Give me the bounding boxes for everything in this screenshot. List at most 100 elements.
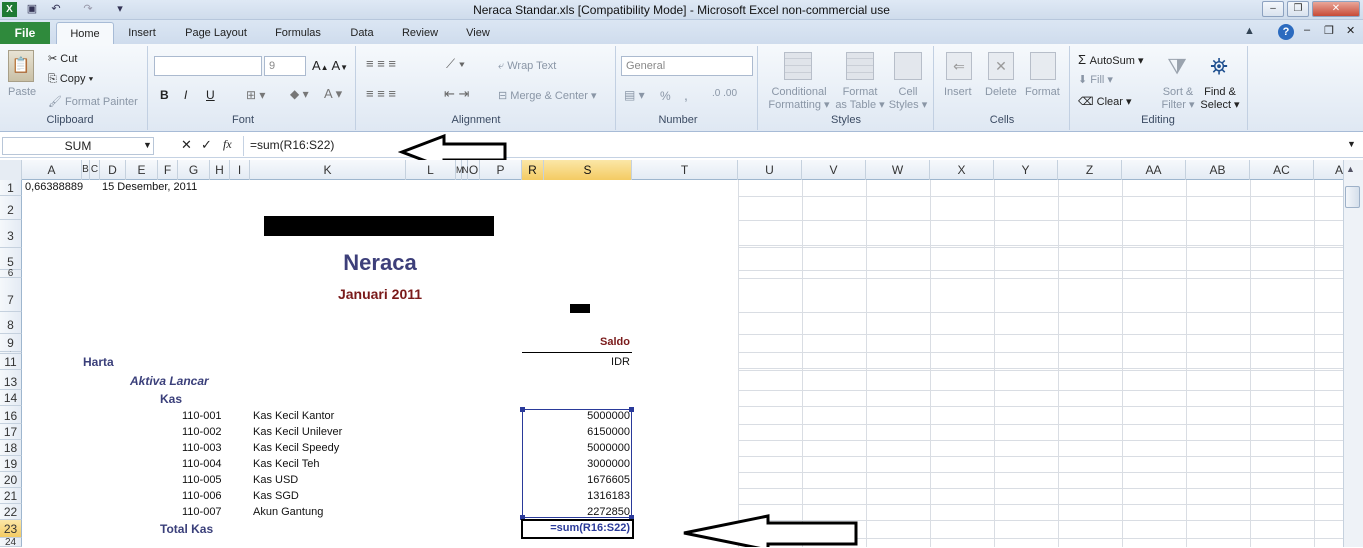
tab-file[interactable]: File bbox=[0, 22, 50, 44]
copy-button[interactable]: ⎘ Copy ▾ bbox=[48, 73, 93, 86]
paste-icon[interactable]: 📋 bbox=[8, 50, 34, 82]
header-saldo[interactable]: Saldo bbox=[522, 336, 630, 348]
borders-icon[interactable]: ⊞ ▾ bbox=[246, 88, 265, 102]
formula-input[interactable]: =sum(R16:S22) bbox=[250, 138, 334, 152]
col-header-c[interactable]: C bbox=[90, 160, 100, 180]
account-name[interactable]: Akun Gantung bbox=[253, 506, 323, 518]
col-header-z[interactable]: Z bbox=[1058, 160, 1122, 180]
find-select-button[interactable]: Find & Select ▾ bbox=[1198, 86, 1242, 112]
scroll-thumb[interactable] bbox=[1345, 186, 1360, 208]
sheet-title[interactable]: Neraca bbox=[250, 250, 510, 270]
expand-formula-bar-icon[interactable]: ▼ bbox=[1347, 139, 1356, 149]
col-header-u[interactable]: U bbox=[738, 160, 802, 180]
row-header-18[interactable]: 18 bbox=[0, 440, 22, 456]
select-all-corner[interactable] bbox=[0, 160, 22, 180]
minimize-ribbon-icon[interactable]: ▲ bbox=[1244, 25, 1255, 37]
autosum-button[interactable]: Σ AutoSum ▾ bbox=[1078, 52, 1143, 67]
conditional-formatting-button[interactable]: Conditional Formatting ▾ bbox=[766, 86, 832, 112]
name-box[interactable]: SUM bbox=[2, 137, 154, 155]
row-header-2[interactable]: 2 bbox=[0, 196, 22, 220]
col-header-o[interactable]: O bbox=[468, 160, 480, 180]
row-header-1[interactable]: 1 bbox=[0, 180, 22, 196]
row-header-13[interactable]: 13 bbox=[0, 370, 22, 390]
percent-button[interactable]: % bbox=[660, 89, 671, 103]
col-header-w[interactable]: W bbox=[866, 160, 930, 180]
col-header-a[interactable]: A bbox=[22, 160, 82, 180]
col-header-ab[interactable]: AB bbox=[1186, 160, 1250, 180]
row-header-21[interactable]: 21 bbox=[0, 488, 22, 504]
row-header-3[interactable]: 3 bbox=[0, 220, 22, 248]
minimize-button[interactable]: – bbox=[1262, 1, 1284, 17]
col-header-s[interactable]: S bbox=[544, 160, 632, 180]
label-aktiva-lancar[interactable]: Aktiva Lancar bbox=[130, 374, 209, 388]
col-header-d[interactable]: D bbox=[100, 160, 126, 180]
fill-button[interactable]: ⬇ Fill ▾ bbox=[1078, 73, 1113, 86]
account-name[interactable]: Kas Kecil Teh bbox=[253, 458, 319, 470]
doc-minimize-icon[interactable]: – bbox=[1304, 24, 1310, 36]
tab-home[interactable]: Home bbox=[56, 22, 114, 44]
row-header-17[interactable]: 17 bbox=[0, 424, 22, 440]
row-header-22[interactable]: 22 bbox=[0, 504, 22, 520]
row-header-19[interactable]: 19 bbox=[0, 456, 22, 472]
label-harta[interactable]: Harta bbox=[83, 355, 114, 369]
row-header-24[interactable]: 24 bbox=[0, 538, 22, 548]
account-name[interactable]: Kas SGD bbox=[253, 490, 299, 502]
cut-button[interactable]: ✂ Cut bbox=[48, 52, 77, 65]
account-code[interactable]: 110-002 bbox=[182, 426, 222, 438]
font-color-icon[interactable]: A ▾ bbox=[324, 86, 342, 102]
account-code[interactable]: 110-001 bbox=[182, 410, 222, 422]
col-header-r[interactable]: R bbox=[522, 160, 544, 180]
col-header-y[interactable]: Y bbox=[994, 160, 1058, 180]
active-cell-formula[interactable]: =sum(R16:S22) bbox=[523, 522, 630, 534]
label-kas[interactable]: Kas bbox=[160, 392, 182, 406]
font-name-combo[interactable] bbox=[154, 56, 262, 76]
maximize-button[interactable]: ❐ bbox=[1287, 1, 1309, 17]
tab-view[interactable]: View bbox=[456, 22, 500, 44]
wrap-text-button[interactable]: ⤶ Wrap Text bbox=[498, 60, 556, 73]
underline-button[interactable]: U bbox=[206, 88, 215, 102]
col-header-k[interactable]: K bbox=[250, 160, 406, 180]
bold-button[interactable]: B bbox=[160, 88, 169, 102]
col-header-g[interactable]: G bbox=[178, 160, 210, 180]
account-code[interactable]: 110-006 bbox=[182, 490, 222, 502]
format-painter-button[interactable]: 🖌 Format Painter bbox=[48, 95, 138, 108]
name-box-dropdown-icon[interactable]: ▼ bbox=[143, 140, 152, 150]
format-cells-button[interactable]: Format bbox=[1025, 86, 1060, 98]
row-header-20[interactable]: 20 bbox=[0, 472, 22, 488]
col-header-ac[interactable]: AC bbox=[1250, 160, 1314, 180]
comma-button[interactable]: , bbox=[684, 87, 688, 103]
font-size-combo[interactable]: 9 bbox=[264, 56, 306, 76]
decimal-icons[interactable]: .0 .00 bbox=[712, 88, 737, 99]
row-header-16[interactable]: 16 bbox=[0, 406, 22, 424]
close-button[interactable]: ✕ bbox=[1312, 1, 1360, 17]
account-code[interactable]: 110-003 bbox=[182, 442, 222, 454]
align-top-icon[interactable]: ≡ ≡ ≡ bbox=[366, 56, 396, 71]
col-header-f[interactable]: F bbox=[158, 160, 178, 180]
enter-entry-icon[interactable]: ✓ bbox=[201, 137, 212, 153]
col-header-ad[interactable]: A bbox=[1314, 160, 1343, 180]
grow-font-icon[interactable]: A▲ A▼ bbox=[312, 58, 348, 73]
row-header-6[interactable]: 6 bbox=[0, 269, 22, 279]
row-header-9[interactable]: 9 bbox=[0, 334, 22, 352]
cell-styles-button[interactable]: Cell Styles ▾ bbox=[886, 86, 930, 112]
account-name[interactable]: Kas Kecil Speedy bbox=[253, 442, 339, 454]
tab-page-layout[interactable]: Page Layout bbox=[178, 22, 254, 44]
merge-center-button[interactable]: ⊟ Merge & Center ▾ bbox=[498, 89, 597, 102]
account-name[interactable]: Kas USD bbox=[253, 474, 298, 486]
cancel-entry-icon[interactable]: ✕ bbox=[181, 137, 192, 153]
row-header-11[interactable]: 11 bbox=[0, 354, 22, 370]
cell-date[interactable]: 15 Desember, 2011 bbox=[102, 181, 197, 193]
sort-filter-button[interactable]: Sort & Filter ▾ bbox=[1158, 86, 1198, 112]
col-header-v[interactable]: V bbox=[802, 160, 866, 180]
tab-review[interactable]: Review bbox=[394, 22, 446, 44]
clear-button[interactable]: ⌫ Clear ▾ bbox=[1078, 95, 1132, 108]
vertical-scrollbar[interactable] bbox=[1343, 160, 1363, 547]
col-header-b[interactable]: B bbox=[82, 160, 90, 180]
number-format-combo[interactable]: General bbox=[621, 56, 753, 76]
orientation-icon[interactable]: ⟋ ▾ bbox=[446, 56, 465, 72]
currency-icon[interactable]: ▤ ▾ bbox=[624, 88, 645, 102]
row-header-5[interactable]: 5 bbox=[0, 248, 22, 270]
col-header-i[interactable]: I bbox=[230, 160, 250, 180]
col-header-p[interactable]: P bbox=[480, 160, 522, 180]
cell-a1[interactable]: 0,66388889 bbox=[25, 181, 83, 193]
